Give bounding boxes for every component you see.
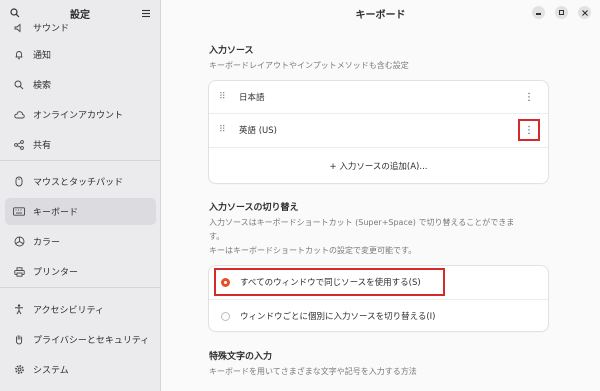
sidebar-item-label: 検索 xyxy=(33,81,52,91)
keyboard-icon xyxy=(13,206,25,218)
sidebar-item-label: プライバシーとセキュリティ xyxy=(33,336,150,346)
close-icon xyxy=(581,9,588,16)
hand-icon xyxy=(13,334,25,346)
accessibility-icon xyxy=(13,304,25,316)
more-options-icon[interactable]: ⋮ xyxy=(520,88,538,106)
sidebar-separator xyxy=(0,160,160,161)
drag-handle-icon[interactable]: ⠿ xyxy=(219,125,229,135)
switching-description: 入力ソースはキーボードショートカット (Super+Space) で切り替えるこ… xyxy=(209,218,515,255)
add-input-source-label: + 入力ソースの追加(A)... xyxy=(329,162,428,172)
input-sources-title: 入力ソース xyxy=(209,46,254,56)
radio-button-selected[interactable] xyxy=(221,277,230,287)
radio-option-label: すべてのウィンドウで同じソースを使用する(S) xyxy=(240,278,421,288)
sidebar-item-label: 共有 xyxy=(33,141,52,151)
input-source-label: 英語 (US) xyxy=(239,126,277,136)
sidebar-item-sound[interactable]: サウンド xyxy=(5,14,156,41)
radio-option-label: ウィンドウごとに個別に入力ソースを切り替える(I) xyxy=(240,312,436,322)
sidebar-item-label: カラー xyxy=(33,238,61,248)
input-sources-description: キーボードレイアウトやインプットメソッドも含む設定 xyxy=(209,61,409,70)
maximize-icon xyxy=(559,10,564,15)
sidebar-item-printers[interactable]: プリンター xyxy=(5,258,156,285)
input-source-row-japanese[interactable]: ⠿ 日本語 ⋮ xyxy=(209,81,548,113)
special-chars-description: キーボードを用いてさまざまな文字や記号を入力する方法 xyxy=(209,367,417,376)
sidebar-item-label: アクセシビリティ xyxy=(33,306,105,316)
sidebar-item-online-accounts[interactable]: オンラインアカウント xyxy=(5,101,156,128)
sidebar-item-label: サウンド xyxy=(33,24,70,34)
sidebar-item-keyboard[interactable]: キーボード xyxy=(5,198,156,225)
switching-options-card: すべてのウィンドウで同じソースを使用する(S) ウィンドウごとに個別に入力ソース… xyxy=(209,266,548,331)
close-button[interactable] xyxy=(578,6,591,19)
printer-icon xyxy=(13,266,25,278)
sound-icon xyxy=(13,22,25,34)
sidebar-item-privacy[interactable]: プライバシーとセキュリティ xyxy=(5,326,156,353)
main-panel: キーボード 入力ソース キーボードレイアウトやインプットメソッドも含む設定 ⠿ … xyxy=(161,0,600,391)
sidebar-item-color[interactable]: カラー xyxy=(5,228,156,255)
sidebar-item-label: オンラインアカウント xyxy=(33,111,124,121)
maximize-button[interactable] xyxy=(555,6,568,19)
sidebar-item-system[interactable]: システム xyxy=(5,356,156,383)
input-source-row-english-us[interactable]: ⠿ 英語 (US) ⋮ xyxy=(209,113,548,146)
radio-option-per-window[interactable]: ウィンドウごとに個別に入力ソースを切り替える(I) xyxy=(209,299,548,331)
sidebar-item-sharing[interactable]: 共有 xyxy=(5,131,156,158)
sidebar-item-label: システム xyxy=(33,366,69,376)
input-source-label: 日本語 xyxy=(239,93,265,103)
mouse-icon xyxy=(13,176,25,188)
minimize-icon xyxy=(536,13,541,15)
add-input-source-button[interactable]: + 入力ソースの追加(A)... xyxy=(209,147,548,183)
sidebar-item-mouse[interactable]: マウスとタッチパッド xyxy=(5,168,156,195)
sidebar-separator xyxy=(0,287,160,288)
search-icon xyxy=(13,79,25,91)
sidebar-item-search[interactable]: 検索 xyxy=(5,71,156,98)
sidebar-item-label: プリンター xyxy=(33,268,79,278)
radio-option-same-source[interactable]: すべてのウィンドウで同じソースを使用する(S) xyxy=(209,266,548,298)
sidebar-item-accessibility[interactable]: アクセシビリティ xyxy=(5,296,156,323)
sidebar: 設定 サウンド 通知 検索 オンラインアカウント 共有 マウスとタッチパッド キ… xyxy=(0,0,161,391)
color-icon xyxy=(13,236,25,248)
sidebar-item-label: マウスとタッチパッド xyxy=(33,178,124,188)
cloud-icon xyxy=(13,109,25,121)
system-icon xyxy=(13,364,25,376)
minimize-button[interactable] xyxy=(532,6,545,19)
share-icon xyxy=(13,139,25,151)
input-sources-card: ⠿ 日本語 ⋮ ⠿ 英語 (US) ⋮ + 入力ソースの追加(A)... xyxy=(209,81,548,183)
radio-button[interactable] xyxy=(221,311,230,321)
special-chars-title: 特殊文字の入力 xyxy=(209,352,273,362)
bell-icon xyxy=(13,49,25,61)
main-header: キーボード xyxy=(161,0,600,24)
more-options-icon[interactable]: ⋮ xyxy=(518,119,540,141)
sidebar-item-label: 通知 xyxy=(33,51,52,61)
drag-handle-icon[interactable]: ⠿ xyxy=(219,92,229,102)
switching-title: 入力ソースの切り替え xyxy=(209,203,299,213)
sidebar-item-label: キーボード xyxy=(33,208,79,218)
sidebar-item-notifications[interactable]: 通知 xyxy=(5,41,156,68)
